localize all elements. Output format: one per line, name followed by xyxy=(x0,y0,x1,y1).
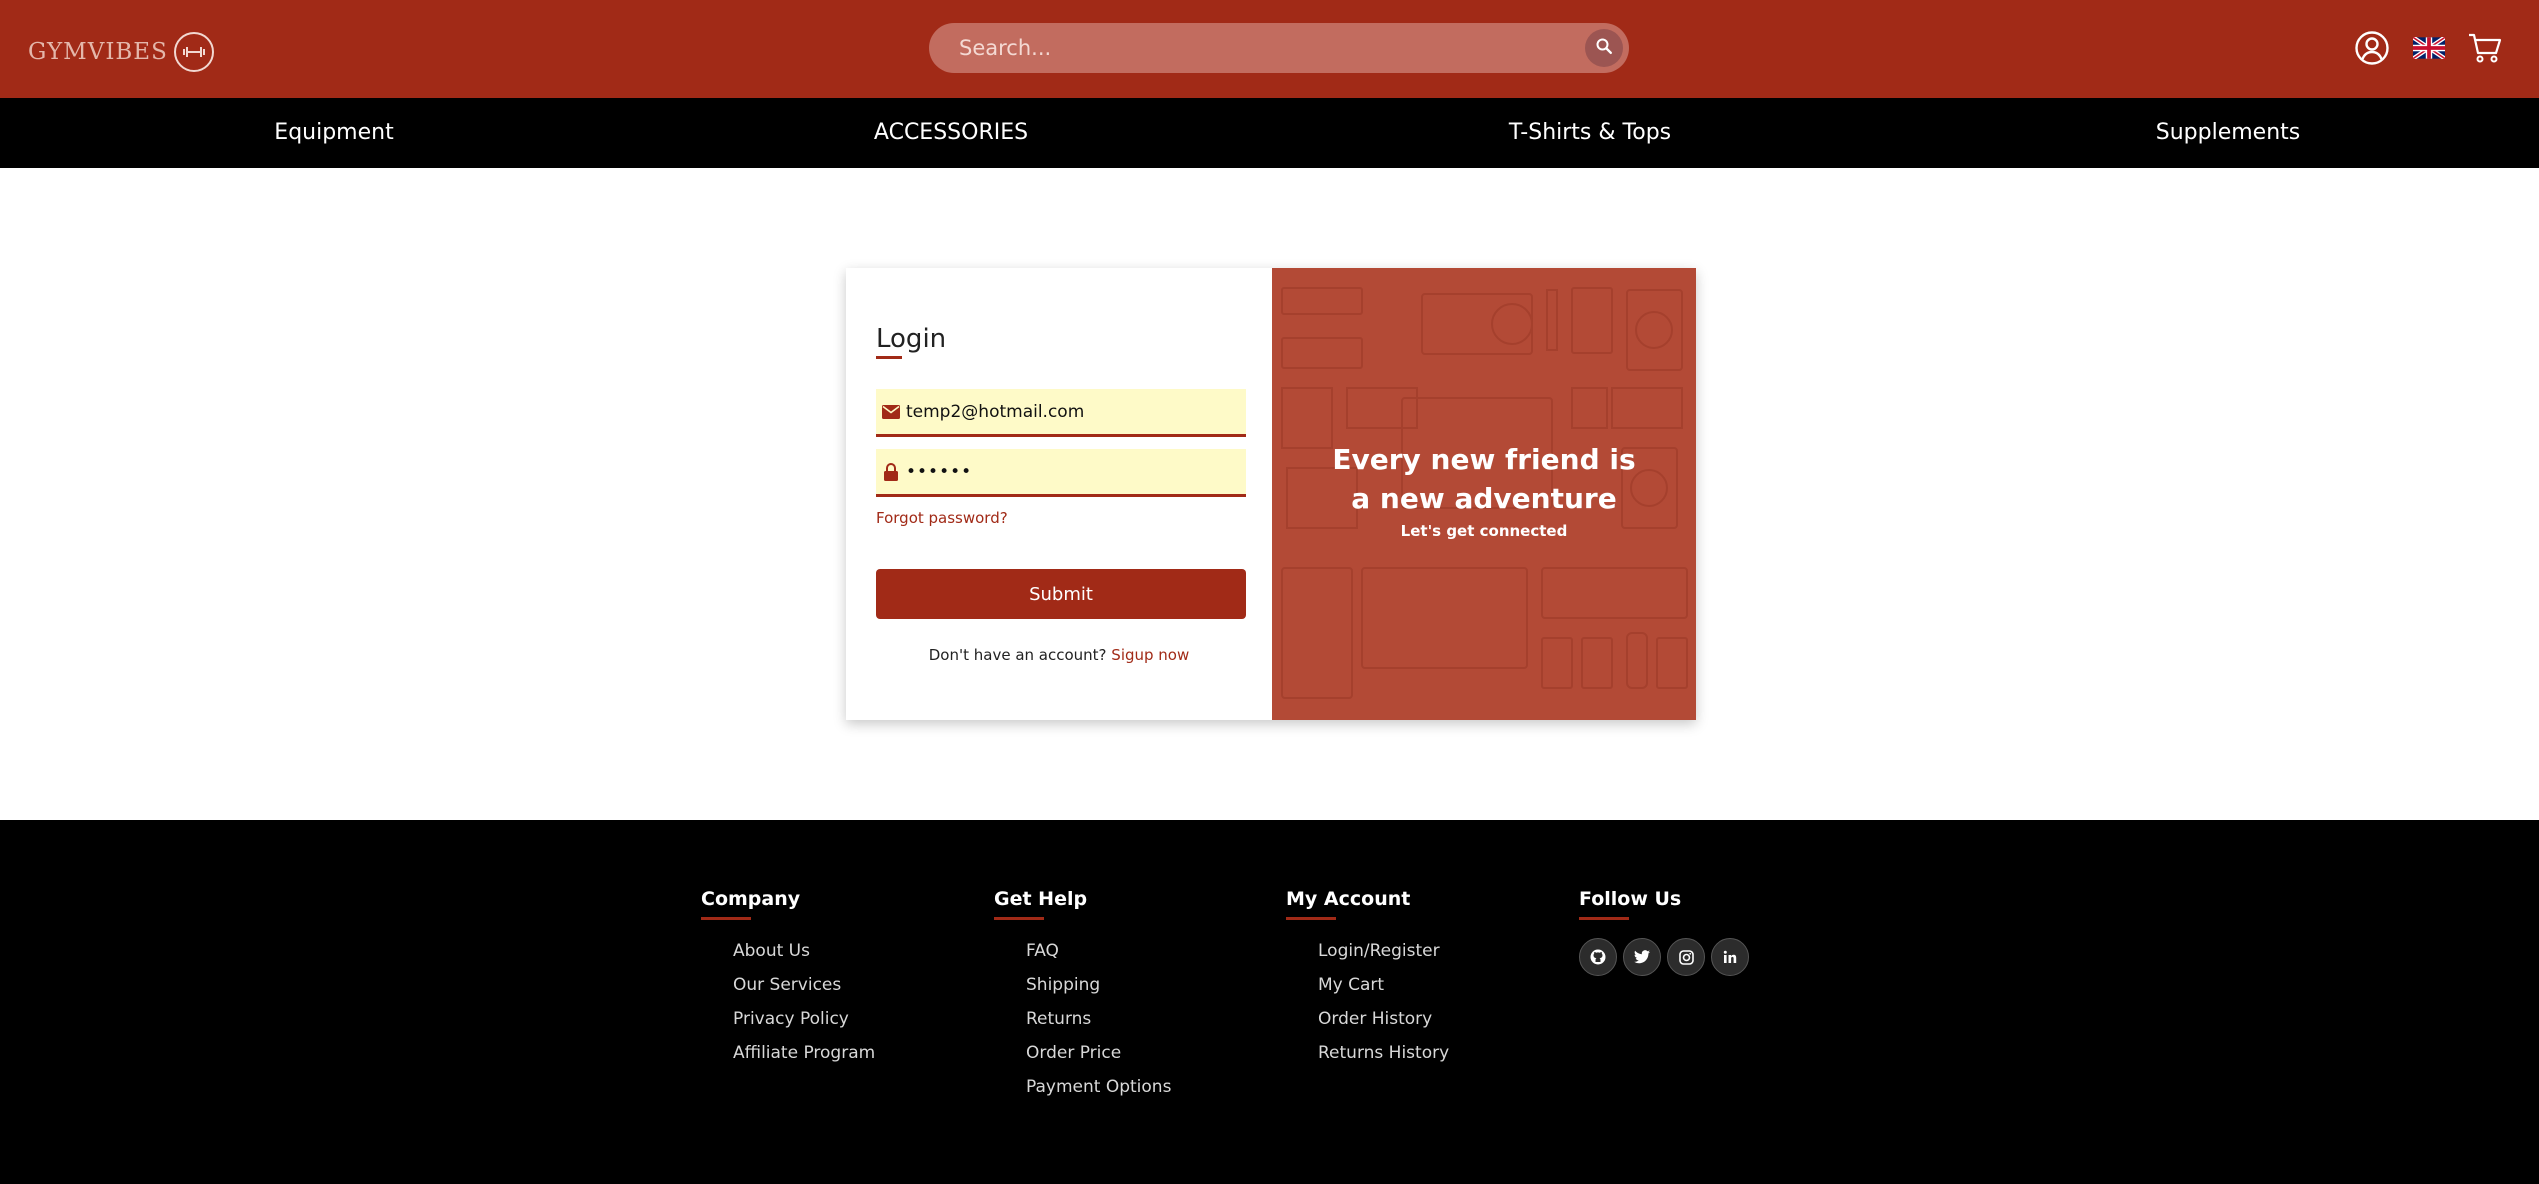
footer-follow-column: Follow Us xyxy=(1579,888,1749,976)
login-card: Login Forgot password? Submit Don't have… xyxy=(846,268,1696,720)
footer-link-about-us[interactable]: About Us xyxy=(733,934,875,968)
no-account-text: Don't have an account? xyxy=(928,646,1107,664)
footer-company-column: Company About Us Our Services Privacy Po… xyxy=(701,888,875,1070)
signup-prompt: Don't have an account? Sigup now xyxy=(846,646,1272,664)
signup-link[interactable]: Sigup now xyxy=(1111,646,1189,664)
footer-help-title: Get Help xyxy=(994,888,1088,910)
dumbbell-logo-icon xyxy=(173,32,214,72)
search-icon xyxy=(1595,37,1613,59)
title-underline xyxy=(1579,917,1629,920)
twitter-icon[interactable] xyxy=(1623,938,1661,976)
title-underline xyxy=(701,917,751,920)
cart-icon[interactable] xyxy=(2465,28,2505,68)
hero-panel: Every new friend is a new adventure Let'… xyxy=(1272,268,1696,720)
email-field[interactable] xyxy=(906,389,1236,434)
footer-link-returns-history[interactable]: Returns History xyxy=(1318,1036,1449,1070)
site-logo[interactable]: GYMVIBES xyxy=(28,32,214,72)
footer-link-privacy-policy[interactable]: Privacy Policy xyxy=(733,1002,875,1036)
user-account-icon[interactable] xyxy=(2352,28,2392,68)
login-title: Login xyxy=(876,324,947,354)
footer-link-order-history[interactable]: Order History xyxy=(1318,1002,1449,1036)
nav-item-supplements[interactable]: Supplements xyxy=(2156,98,2300,168)
forgot-password-link[interactable]: Forgot password? xyxy=(876,509,1008,527)
title-underline xyxy=(876,356,902,359)
submit-button[interactable]: Submit xyxy=(876,569,1246,619)
nav-item-tshirts-tops[interactable]: T-Shirts & Tops xyxy=(1509,98,1671,168)
password-field[interactable] xyxy=(906,449,1236,494)
uk-flag-icon[interactable] xyxy=(2409,28,2449,68)
footer-link-our-services[interactable]: Our Services xyxy=(733,968,875,1002)
logo-text: GYMVIBES xyxy=(28,39,168,65)
linkedin-icon[interactable] xyxy=(1711,938,1749,976)
search-button[interactable] xyxy=(1585,29,1623,67)
footer-link-my-cart[interactable]: My Cart xyxy=(1318,968,1449,1002)
main-nav: Equipment ACCESSORIES T-Shirts & Tops Su… xyxy=(0,98,2539,168)
hero-subtitle: Let's get connected xyxy=(1400,522,1568,540)
footer-account-title: My Account xyxy=(1286,888,1411,910)
footer-link-faq[interactable]: FAQ xyxy=(1026,934,1171,968)
footer-link-payment-options[interactable]: Payment Options xyxy=(1026,1070,1171,1104)
instagram-icon[interactable] xyxy=(1667,938,1705,976)
title-underline xyxy=(994,917,1044,920)
footer-follow-title: Follow Us xyxy=(1579,888,1682,910)
nav-item-accessories[interactable]: ACCESSORIES xyxy=(874,98,1028,168)
login-form: Login Forgot password? Submit Don't have… xyxy=(846,268,1272,720)
footer-link-shipping[interactable]: Shipping xyxy=(1026,968,1171,1002)
footer-help-column: Get Help FAQ Shipping Returns Order Pric… xyxy=(994,888,1171,1104)
lock-icon xyxy=(882,463,900,481)
social-links xyxy=(1579,938,1749,976)
footer-link-order-price[interactable]: Order Price xyxy=(1026,1036,1171,1070)
nav-item-equipment[interactable]: Equipment xyxy=(274,98,393,168)
footer-link-login-register[interactable]: Login/Register xyxy=(1318,934,1449,968)
hero-title: Every new friend is a new adventure xyxy=(1332,443,1636,515)
search-input[interactable] xyxy=(959,23,1559,73)
footer-link-affiliate-program[interactable]: Affiliate Program xyxy=(733,1036,875,1070)
title-underline xyxy=(1286,917,1336,920)
footer-link-returns[interactable]: Returns xyxy=(1026,1002,1171,1036)
password-field-wrapper xyxy=(876,449,1246,497)
top-header: GYMVIBES xyxy=(0,0,2539,98)
envelope-icon xyxy=(882,403,900,421)
footer-company-title: Company xyxy=(701,888,801,910)
email-field-wrapper xyxy=(876,389,1246,437)
footer-account-column: My Account Login/Register My Cart Order … xyxy=(1286,888,1449,1070)
search-bar xyxy=(929,23,1629,73)
site-footer: Company About Us Our Services Privacy Po… xyxy=(0,820,2539,1184)
github-icon[interactable] xyxy=(1579,938,1617,976)
